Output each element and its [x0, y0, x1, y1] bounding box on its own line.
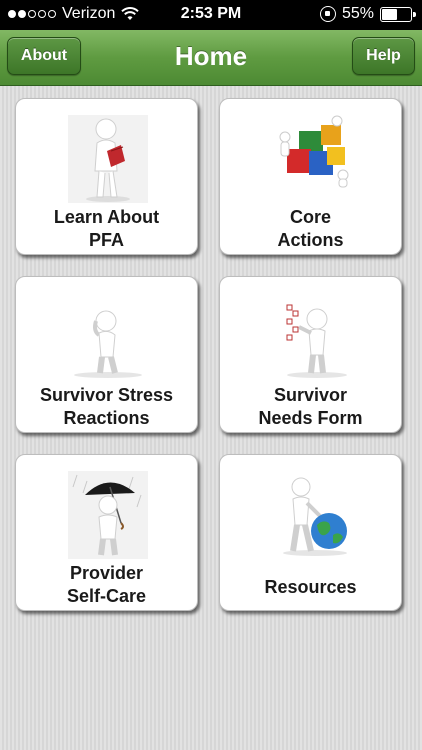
figure-leaning-on-globe-icon [220, 465, 403, 561]
tile-label: Survivor Stress Reactions [39, 385, 174, 428]
status-right: 55% [319, 5, 416, 23]
figure-with-checklist-icon [220, 287, 403, 383]
core-actions-tile[interactable]: Core Actions [219, 98, 402, 255]
help-button[interactable]: Help [352, 37, 415, 75]
figures-assembling-cubes-icon [220, 109, 403, 205]
tile-label: Survivor Needs Form [258, 385, 363, 428]
learn-about-pfa-tile[interactable]: Learn About PFA [15, 98, 198, 255]
orientation-lock-icon [319, 6, 336, 22]
tile-label: Resources [264, 576, 357, 597]
survivor-needs-form-tile[interactable]: Survivor Needs Form [219, 276, 402, 433]
navigation-bar: About Home Help [0, 30, 422, 86]
battery-percent: 55% [341, 5, 374, 22]
tile-label: Core Actions [277, 207, 344, 250]
survivor-stress-reactions-tile[interactable]: Survivor Stress Reactions [15, 276, 198, 433]
stressed-figure-icon [16, 287, 199, 383]
tile-label: Learn About PFA [53, 207, 160, 250]
figure-with-umbrella-icon [16, 465, 199, 561]
resources-tile[interactable]: Resources [219, 454, 402, 611]
provider-self-care-tile[interactable]: Provider Self-Care [15, 454, 198, 611]
status-bar: Verizon 2:53 PM 55% [0, 0, 422, 30]
tile-label: Provider Self-Care [66, 563, 147, 606]
figure-reading-book-icon [16, 109, 199, 205]
battery-icon [380, 6, 416, 22]
